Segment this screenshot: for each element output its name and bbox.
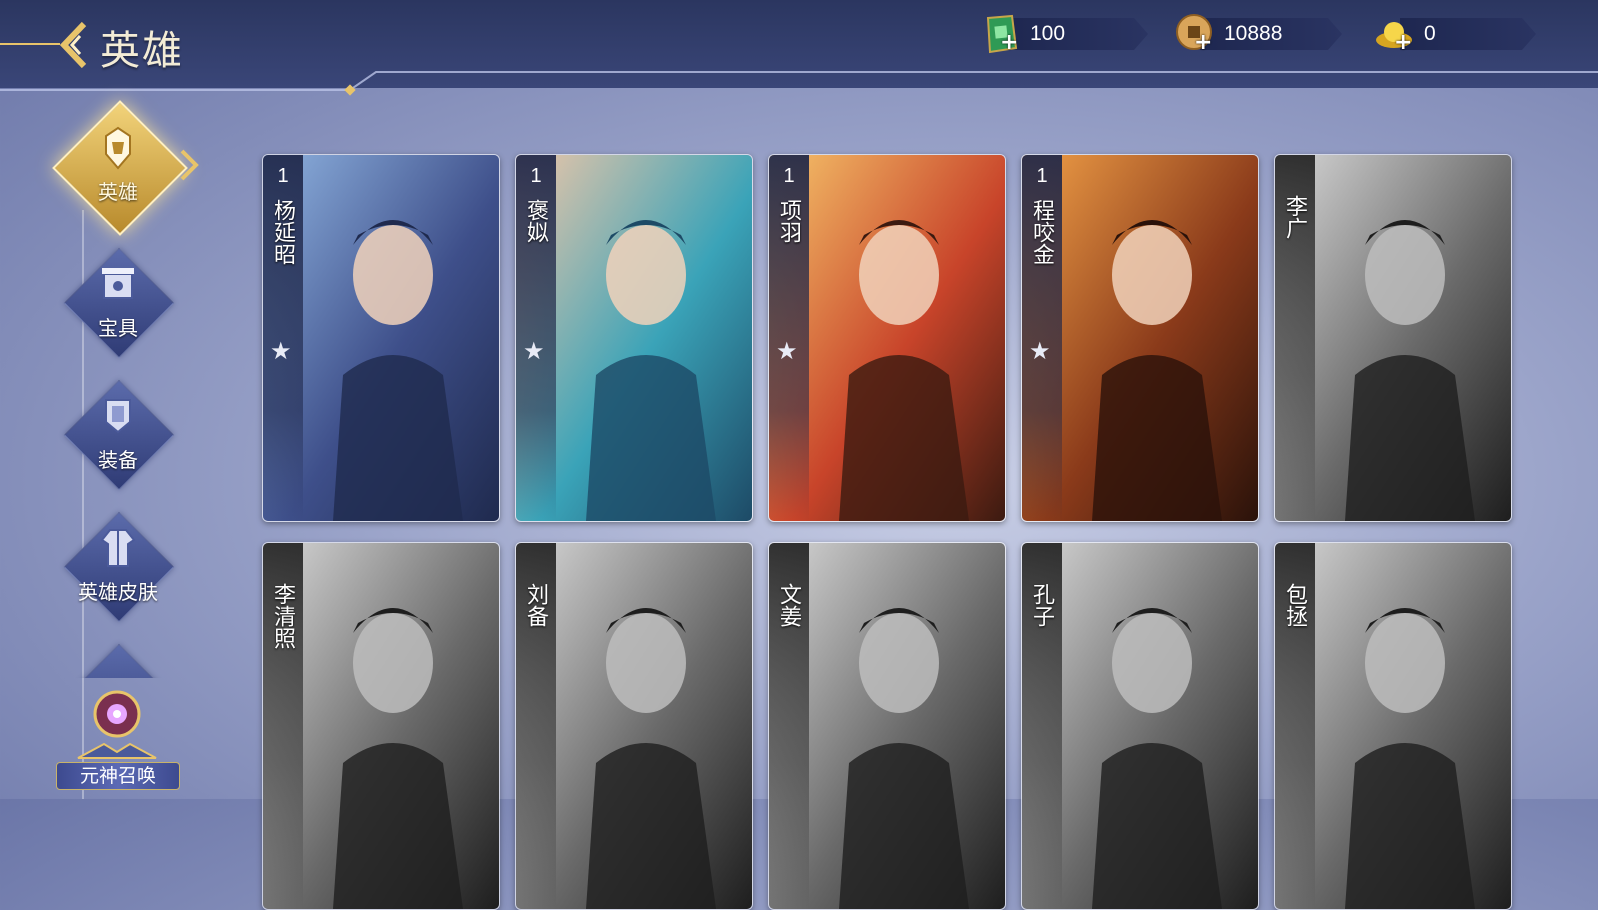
- hero-name: 程咬金: [1029, 199, 1054, 265]
- nav-diamond: [63, 643, 175, 678]
- currency-value: 10888: [1224, 22, 1283, 45]
- sidebar-item-equipment[interactable]: 装备: [58, 374, 178, 494]
- hero-name: 褒姒: [523, 199, 548, 243]
- currency-value: 100: [1030, 22, 1066, 45]
- sidebar-item-hero[interactable]: 英雄: [52, 100, 188, 236]
- hero-card[interactable]: 1 杨延昭 ★: [262, 154, 500, 522]
- currency-copper: + 10888: [1172, 14, 1342, 54]
- hero-name: 项羽: [776, 199, 801, 243]
- add-gold-button[interactable]: +: [1394, 32, 1412, 54]
- hero-card[interactable]: 1 褒姒 ★: [515, 154, 753, 522]
- hero-name: 杨延昭: [270, 199, 295, 265]
- treasure-chest-icon: [102, 268, 134, 299]
- chevron-left-icon: [59, 21, 87, 69]
- armor-icon: [105, 399, 131, 434]
- page-title: 英雄: [100, 28, 184, 74]
- hero-name: 李广: [1282, 195, 1307, 239]
- level-badge: 1: [268, 161, 298, 191]
- sidebar-item-label: 英雄: [98, 180, 138, 204]
- hero-card[interactable]: 包拯: [1274, 542, 1512, 910]
- top-bar-border: [0, 43, 1598, 96]
- star-icon: ★: [270, 337, 292, 365]
- hero-card[interactable]: 文姜: [768, 542, 1006, 910]
- currency-gold: + 0: [1372, 16, 1542, 54]
- hero-card[interactable]: 1 程咬金 ★: [1021, 154, 1259, 522]
- sidebar-item-label: 英雄皮肤: [78, 580, 158, 604]
- sidebar-item-label: 装备: [98, 448, 138, 472]
- hero-name: 文姜: [776, 583, 801, 627]
- hero-card[interactable]: 李广: [1274, 154, 1512, 522]
- sidebar-item-more[interactable]: [58, 638, 178, 678]
- hero-name: 刘备: [523, 583, 548, 627]
- currency-pill: [1400, 18, 1536, 50]
- hero-card[interactable]: 孔子: [1021, 542, 1259, 910]
- level-badge: 1: [774, 161, 804, 191]
- hero-card[interactable]: 1 项羽 ★: [768, 154, 1006, 522]
- summon-wings-icon: [77, 742, 157, 759]
- add-copper-button[interactable]: +: [1194, 32, 1212, 54]
- currency-value: 0: [1424, 22, 1436, 45]
- hero-helmet-icon: [105, 126, 131, 170]
- star-icon: ★: [1029, 337, 1051, 365]
- star-icon: ★: [523, 337, 545, 365]
- hero-name: 孔子: [1029, 583, 1054, 627]
- currency-jade: + 100: [978, 14, 1148, 54]
- hero-card[interactable]: 刘备: [515, 542, 753, 910]
- hero-name: 包拯: [1282, 583, 1307, 627]
- hero-card[interactable]: 李清照: [262, 542, 500, 910]
- sidebar-item-treasure[interactable]: 宝具: [58, 242, 178, 362]
- soul-summon-button[interactable]: 元神召唤: [52, 686, 182, 799]
- robe-icon: [100, 529, 136, 567]
- back-button[interactable]: [56, 20, 90, 70]
- sidebar-item-hero-skin[interactable]: 英雄皮肤: [58, 506, 178, 626]
- add-jade-button[interactable]: +: [1000, 32, 1018, 54]
- star-icon: ★: [776, 337, 798, 365]
- chevron-right-icon: [180, 149, 199, 181]
- currency-pill: [1006, 18, 1148, 50]
- summon-label: 元神召唤: [56, 762, 180, 790]
- level-badge: 1: [1027, 161, 1057, 191]
- sidebar-item-label: 宝具: [98, 316, 138, 340]
- hero-name: 李清照: [270, 583, 295, 649]
- level-badge: 1: [521, 161, 551, 191]
